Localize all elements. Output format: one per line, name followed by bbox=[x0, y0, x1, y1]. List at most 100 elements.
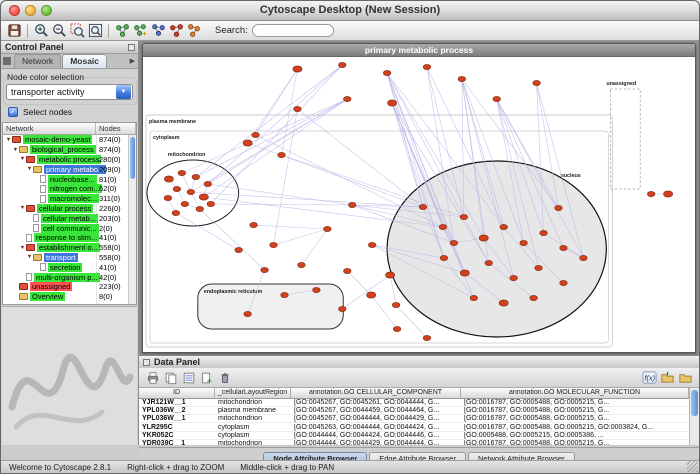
tab-handle-icon[interactable] bbox=[3, 57, 11, 65]
tree-row[interactable]: ▼cellular process226(0) bbox=[3, 204, 128, 214]
network-node[interactable] bbox=[530, 295, 538, 300]
network-node[interactable] bbox=[393, 326, 401, 331]
network-node[interactable] bbox=[419, 204, 427, 209]
network-node[interactable] bbox=[439, 224, 447, 229]
table-row[interactable]: YPL036W__1mitochondrion[GO:0045267, GO:0… bbox=[139, 415, 689, 423]
network-node[interactable] bbox=[555, 205, 563, 210]
network-node[interactable] bbox=[368, 242, 376, 247]
network-node[interactable] bbox=[172, 210, 180, 215]
select-nodes-checkbox[interactable]: ✓ bbox=[8, 107, 18, 117]
network-node[interactable] bbox=[423, 335, 431, 340]
tree-node-label[interactable]: mosaic-demo-yeast bbox=[23, 135, 92, 144]
tree-node-label[interactable]: Overview bbox=[30, 292, 65, 301]
network-node[interactable] bbox=[493, 96, 501, 101]
new-attribute-icon[interactable]: + bbox=[198, 369, 216, 387]
table-row[interactable]: YKR052Ccytoplasm[GO:0044444, GO:0044424,… bbox=[139, 432, 689, 440]
import-attributes-icon[interactable] bbox=[658, 369, 676, 387]
table-row[interactable]: YJR121W__1mitochondrion[GO:0045267, GO:0… bbox=[139, 399, 689, 407]
title-bar[interactable]: Cytoscape Desktop (New Session) bbox=[1, 1, 699, 21]
tree-node-label[interactable]: multi-organism p... bbox=[34, 273, 100, 282]
table-row[interactable]: YDR039C__1mitochondrion[GO:0044444, GO:0… bbox=[139, 440, 689, 445]
first-neighbors-icon[interactable] bbox=[113, 22, 131, 40]
float-panel-icon[interactable] bbox=[128, 44, 135, 51]
tab-network[interactable]: Network bbox=[14, 54, 61, 68]
tree-node-label[interactable]: primary metabo... bbox=[44, 165, 106, 174]
network-node[interactable] bbox=[199, 194, 208, 200]
column-header[interactable]: annotation.GO CELLULAR_COMPONENT bbox=[291, 388, 461, 399]
network-node[interactable] bbox=[479, 235, 488, 241]
tree-node-label[interactable]: nucleobase... bbox=[48, 175, 97, 184]
tree-row[interactable]: response to stim...41(0) bbox=[3, 233, 128, 243]
save-session-icon[interactable] bbox=[5, 22, 23, 40]
tree-row[interactable]: Overview8(0) bbox=[3, 292, 128, 302]
resize-grip[interactable] bbox=[687, 461, 698, 472]
network-node[interactable] bbox=[278, 152, 286, 157]
network-node[interactable] bbox=[338, 62, 346, 67]
network-node[interactable] bbox=[388, 100, 397, 106]
expand-triangle-icon[interactable]: ▼ bbox=[26, 254, 33, 260]
tree-row[interactable]: macromolec...311(0) bbox=[3, 194, 128, 204]
tree-column-network[interactable]: Network bbox=[3, 123, 96, 135]
network-node[interactable] bbox=[664, 191, 673, 197]
tree-node-label[interactable]: unassigned bbox=[30, 282, 72, 291]
network-node[interactable] bbox=[499, 300, 508, 306]
vizmapper-icon[interactable] bbox=[185, 22, 203, 40]
network-node[interactable] bbox=[343, 268, 351, 273]
network-view-title[interactable]: primary metabolic process bbox=[143, 44, 695, 57]
network-node[interactable] bbox=[324, 226, 332, 231]
tree-node-label[interactable]: metabolic process bbox=[37, 155, 101, 164]
network-node[interactable] bbox=[207, 201, 215, 206]
scrollbar-thumb[interactable] bbox=[130, 137, 135, 179]
birdseye-overview[interactable] bbox=[2, 306, 137, 445]
network-node[interactable] bbox=[192, 174, 200, 179]
network-node[interactable] bbox=[450, 240, 458, 245]
tree-row[interactable]: nitrogen com...62(0) bbox=[3, 184, 128, 194]
network-node[interactable] bbox=[533, 80, 541, 85]
expand-triangle-icon[interactable]: ▼ bbox=[26, 166, 33, 172]
network-canvas[interactable]: plasma membranecytoplasmunassignedmitoch… bbox=[144, 57, 694, 351]
column-header[interactable]: ID bbox=[139, 388, 215, 399]
network-node[interactable] bbox=[243, 140, 252, 146]
network-node[interactable] bbox=[178, 170, 186, 175]
node-color-dropdown[interactable]: transporter activity ▼ bbox=[6, 84, 133, 100]
network-node[interactable] bbox=[460, 270, 469, 276]
network-node[interactable] bbox=[313, 287, 321, 292]
print-icon[interactable] bbox=[144, 369, 162, 387]
network-node[interactable] bbox=[196, 206, 204, 211]
network-node[interactable] bbox=[440, 255, 448, 260]
network-node[interactable] bbox=[423, 64, 431, 69]
tree-row[interactable]: ▼transport558(0) bbox=[3, 253, 128, 263]
float-panel-icon[interactable] bbox=[143, 359, 150, 366]
tree-node-label[interactable]: response to stim... bbox=[34, 233, 99, 242]
tree-row[interactable]: multi-organism p...42(0) bbox=[3, 272, 128, 282]
tree-node-label[interactable]: establishment o... bbox=[37, 243, 100, 252]
network-node[interactable] bbox=[181, 201, 189, 206]
network-node[interactable] bbox=[460, 214, 468, 219]
tree-node-label[interactable]: cell communic... bbox=[41, 224, 99, 233]
tree-node-label[interactable]: transport bbox=[44, 253, 78, 262]
network-node[interactable] bbox=[560, 245, 568, 250]
zoom-fit-icon[interactable] bbox=[86, 22, 104, 40]
zoom-out-icon[interactable] bbox=[50, 22, 68, 40]
chevron-down-icon[interactable]: ▼ bbox=[116, 85, 131, 99]
network-node[interactable] bbox=[510, 275, 518, 280]
copy-table-icon[interactable] bbox=[162, 369, 180, 387]
network-node[interactable] bbox=[367, 292, 376, 298]
network-node[interactable] bbox=[261, 267, 269, 272]
network-node[interactable] bbox=[164, 195, 172, 200]
table-row[interactable]: YLR295Ccytoplasm[GO:0045263, GO:0044444,… bbox=[139, 423, 689, 431]
network-node[interactable] bbox=[540, 230, 548, 235]
tree-row[interactable]: ▼establishment o...558(0) bbox=[3, 243, 128, 253]
tree-node-label[interactable]: cellular metab... bbox=[41, 214, 98, 223]
network-node[interactable] bbox=[560, 280, 568, 285]
new-network-icon[interactable] bbox=[149, 22, 167, 40]
expand-triangle-icon[interactable]: ▼ bbox=[12, 147, 19, 153]
tree-column-nodes[interactable]: Nodes bbox=[96, 123, 136, 135]
expand-network-icon[interactable]: + bbox=[131, 22, 149, 40]
scrollbar-thumb[interactable] bbox=[691, 390, 698, 416]
network-node[interactable] bbox=[470, 295, 478, 300]
tree-row[interactable]: ▼primary metabo...209(0) bbox=[3, 164, 128, 174]
tree-node-label[interactable]: biological_process bbox=[30, 145, 96, 154]
network-node[interactable] bbox=[386, 272, 395, 278]
delete-attribute-icon[interactable] bbox=[216, 369, 234, 387]
